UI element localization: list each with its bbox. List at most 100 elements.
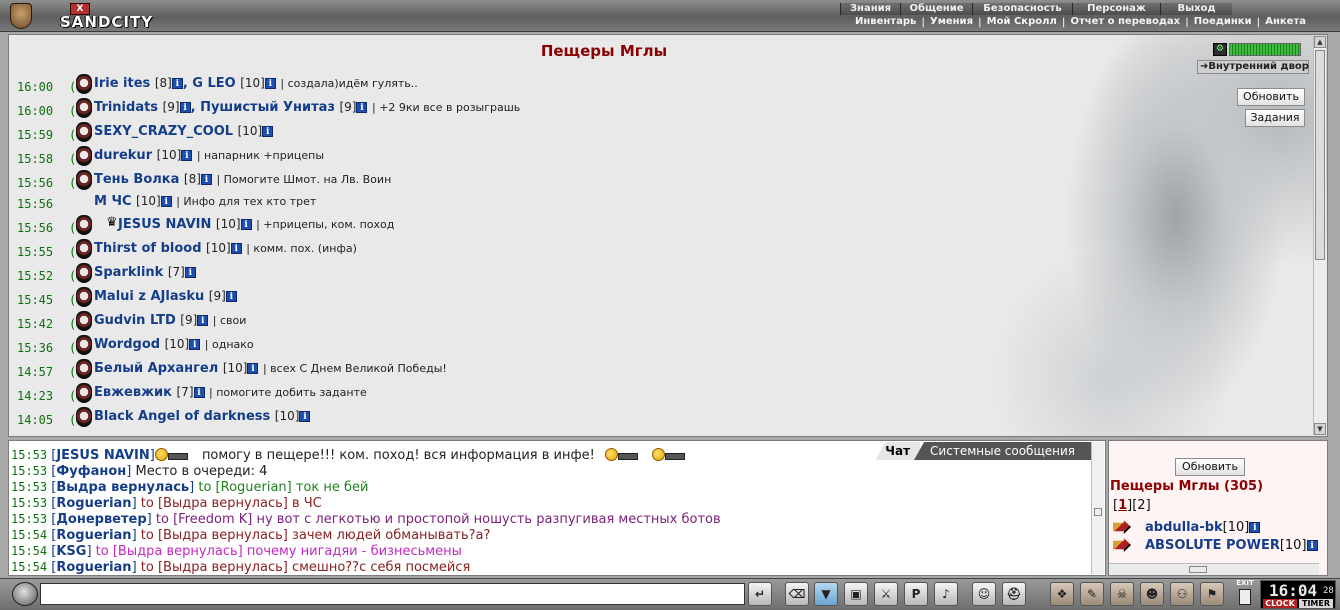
clan-badge-icon[interactable] xyxy=(76,407,92,427)
page-current[interactable]: 1 xyxy=(1118,498,1127,513)
clan-badge-icon[interactable] xyxy=(76,170,92,190)
scroll-icon[interactable]: ✎ xyxy=(1080,582,1104,606)
player-name[interactable]: G LEO xyxy=(192,76,235,91)
refresh-list-button[interactable]: Обновить xyxy=(1175,458,1245,476)
info-icon[interactable]: i xyxy=(200,174,212,185)
player-name[interactable]: Gudvin LTD xyxy=(94,313,176,328)
chat-author[interactable]: Донерветер xyxy=(56,512,146,527)
chat-author[interactable]: Roguerian xyxy=(56,560,131,575)
bag-icon[interactable]: ❖ xyxy=(1050,582,1074,606)
tab-system-messages[interactable]: Системные сообщения xyxy=(914,442,1093,460)
info-icon[interactable]: i xyxy=(225,291,237,302)
info-icon[interactable]: i xyxy=(262,126,274,137)
info-icon[interactable]: i xyxy=(264,78,276,89)
smile-icon[interactable]: ☺ xyxy=(972,582,996,606)
chat-author[interactable]: Фуфанон xyxy=(56,464,126,479)
chat-author[interactable]: Roguerian xyxy=(56,496,131,511)
flag-icon[interactable]: ⚑ xyxy=(1200,582,1224,606)
info-icon[interactable]: i xyxy=(181,150,193,161)
clan-badge-icon[interactable] xyxy=(76,287,92,307)
online-user-name[interactable]: abdulla-bk[10] i xyxy=(1145,520,1261,535)
player-name[interactable]: Trinidats xyxy=(94,100,158,115)
player-name[interactable]: Wordgod xyxy=(94,337,160,352)
player-name[interactable]: Пушистый Унитаз xyxy=(200,100,335,115)
send-icon[interactable]: ↵ xyxy=(748,582,772,606)
player-name[interactable]: SEXY_CRAZY_COOL xyxy=(94,124,233,139)
scroll-grip[interactable] xyxy=(1094,508,1102,516)
clan-badge-icon[interactable] xyxy=(76,98,92,118)
chat-input[interactable] xyxy=(40,583,745,605)
info-icon[interactable]: i xyxy=(184,267,196,278)
info-icon[interactable]: i xyxy=(356,102,368,113)
chat-recipient[interactable]: to [Выдра вернулась] xyxy=(141,528,288,543)
player-name[interactable]: Malui z AJlasku xyxy=(94,289,204,304)
eraser-icon[interactable]: ⌫ xyxy=(785,582,809,606)
player-name[interactable]: Белый Архангел xyxy=(94,361,218,376)
info-icon[interactable]: i xyxy=(1249,522,1261,533)
chat-author[interactable]: JESUS NAVIN xyxy=(56,448,149,463)
info-icon[interactable]: i xyxy=(197,315,209,326)
timer-label[interactable]: TIMER xyxy=(1299,599,1333,608)
location-link[interactable]: ➜Внутренний двор xyxy=(1197,60,1309,74)
player-name[interactable]: durekur xyxy=(94,148,152,163)
menu-my-scroll[interactable]: Мой Скролл xyxy=(982,16,1062,29)
info-icon[interactable]: i xyxy=(299,411,311,422)
skull-icon[interactable]: ☠ xyxy=(1110,582,1134,606)
player-name[interactable]: Thirst of blood xyxy=(94,241,202,256)
clan-badge-icon[interactable] xyxy=(76,383,92,403)
clan-badge-icon[interactable] xyxy=(76,146,92,166)
room-scrollbar[interactable]: ▲ ▼ xyxy=(1313,36,1326,435)
menu-inventory[interactable]: Инвентарь xyxy=(850,16,921,29)
clan-badge-icon[interactable] xyxy=(76,239,92,259)
group-icon[interactable]: ⚇ xyxy=(1170,582,1194,606)
online-scrollbar[interactable] xyxy=(1109,563,1319,575)
tab-chat[interactable]: Чат xyxy=(875,442,921,460)
filter-icon[interactable]: ▼ xyxy=(814,582,838,606)
clan-badge-icon[interactable] xyxy=(76,359,92,379)
sound-icon[interactable]: ♪ xyxy=(934,582,958,606)
helmet-icon[interactable]: ⛑ xyxy=(1002,582,1026,606)
chat-author[interactable]: Выдра вернулась xyxy=(56,480,189,495)
clan-badge-icon[interactable] xyxy=(76,311,92,331)
menu-duels[interactable]: Поединки xyxy=(1189,16,1257,29)
player-name[interactable]: Евжевжик xyxy=(94,385,172,400)
scroll-thumb[interactable] xyxy=(1315,50,1325,260)
info-icon[interactable]: i xyxy=(189,339,201,350)
clan-badge-icon[interactable] xyxy=(76,215,92,235)
page-link[interactable]: 2 xyxy=(1137,498,1145,513)
info-icon[interactable]: i xyxy=(160,196,172,207)
scroll-down-icon[interactable]: ▼ xyxy=(1314,423,1326,435)
scroll-up-icon[interactable]: ▲ xyxy=(1314,36,1326,48)
exit-icon[interactable]: EXIT xyxy=(1236,579,1254,607)
attack-icon[interactable] xyxy=(1113,520,1131,534)
mask-icon[interactable]: ☻ xyxy=(1140,582,1164,606)
attack-icon[interactable] xyxy=(1113,538,1131,552)
save-icon[interactable]: ▣ xyxy=(844,582,868,606)
fight-icon[interactable]: ⚔ xyxy=(874,582,898,606)
private-icon[interactable]: P xyxy=(904,582,928,606)
info-icon[interactable]: i xyxy=(247,363,259,374)
info-icon[interactable]: i xyxy=(1306,540,1318,551)
clan-badge-icon[interactable] xyxy=(76,335,92,355)
clan-badge-icon[interactable] xyxy=(76,74,92,94)
player-name[interactable]: Тень Волка xyxy=(94,172,179,187)
online-user-name[interactable]: ABSOLUTE POWER[10] i xyxy=(1145,538,1318,553)
info-icon[interactable]: i xyxy=(179,102,191,113)
chat-recipient[interactable]: to [Выдра вернулась] xyxy=(141,560,288,575)
clan-badge-icon[interactable] xyxy=(76,122,92,142)
player-name[interactable]: JESUS NAVIN xyxy=(118,217,211,232)
menu-character[interactable]: Персонаж xyxy=(1072,3,1160,15)
info-icon[interactable]: i xyxy=(193,387,205,398)
player-name[interactable]: Black Angel of darkness xyxy=(94,409,270,424)
chat-recipient[interactable]: to [Выдра вернулась] xyxy=(96,544,243,559)
info-icon[interactable]: i xyxy=(240,219,252,230)
info-icon[interactable]: i xyxy=(171,78,183,89)
chat-recipient[interactable]: to [Roguerian] xyxy=(198,480,291,495)
chat-mode-icon[interactable] xyxy=(12,582,38,606)
menu-communication[interactable]: Общение xyxy=(900,3,972,15)
chat-author[interactable]: KSG xyxy=(56,544,86,559)
player-name[interactable]: М ЧС xyxy=(94,194,132,209)
logo[interactable]: X SANDCITY xyxy=(4,1,164,31)
tasks-button[interactable]: Задания xyxy=(1245,109,1305,127)
chat-recipient[interactable]: to [Freedom K] xyxy=(156,512,252,527)
